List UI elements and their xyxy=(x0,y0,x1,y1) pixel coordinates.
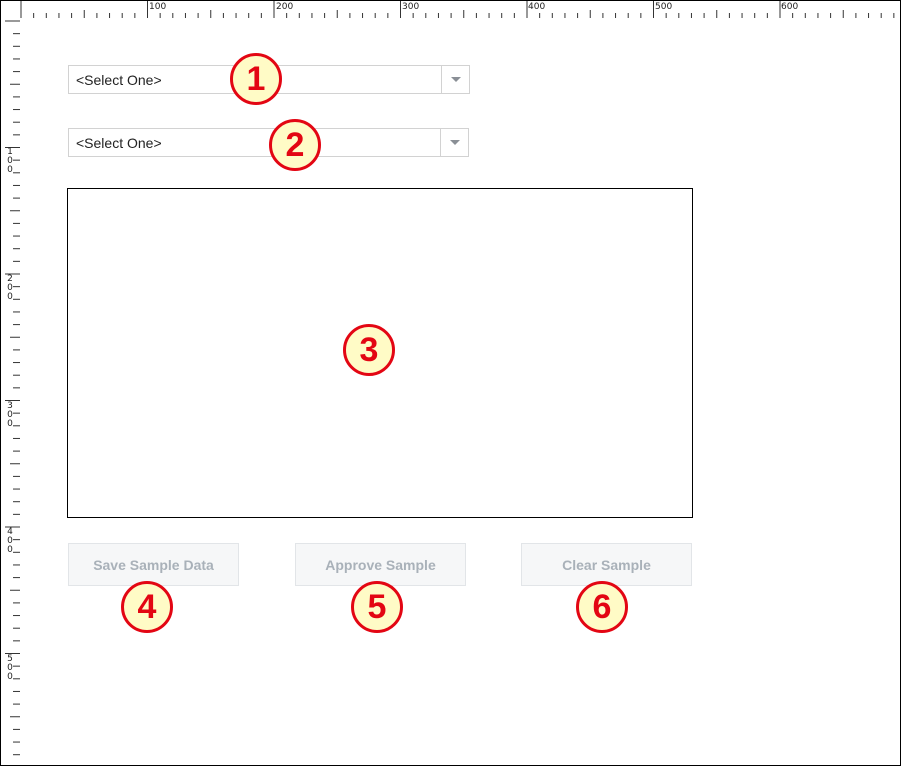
ruler-label-v300: 300 xyxy=(6,402,14,429)
screenshot-frame: 100 200 300 400 500 600 100 200 300 400 … xyxy=(0,0,901,766)
callout-1: 1 xyxy=(230,53,282,105)
ruler-digit: 0 xyxy=(7,545,13,555)
callout-4: 4 xyxy=(121,581,173,633)
ruler-digit: 0 xyxy=(7,292,13,302)
ruler-digit: 0 xyxy=(7,419,13,429)
ruler-digit: 0 xyxy=(7,672,13,682)
approve-sample-button[interactable]: Approve Sample xyxy=(295,543,466,586)
ruler-label-600: 600 xyxy=(781,2,799,12)
left-ruler xyxy=(5,20,20,756)
callout-3: 3 xyxy=(343,324,395,376)
dropdown-2-value: <Select One> xyxy=(76,135,162,151)
dropdown-2-toggle[interactable] xyxy=(440,129,468,156)
ruler-label-400: 400 xyxy=(528,2,546,12)
top-ruler xyxy=(20,1,895,18)
ruler-digit: 0 xyxy=(7,165,13,175)
callout-6: 6 xyxy=(576,581,628,633)
ruler-label-v100: 100 xyxy=(6,148,14,175)
dropdown-1-value: <Select One> xyxy=(76,72,162,88)
ruler-label-100: 100 xyxy=(149,2,167,12)
chevron-down-icon xyxy=(450,140,460,145)
ruler-label-v200: 200 xyxy=(6,275,14,302)
callout-2: 2 xyxy=(269,119,321,171)
ruler-label-300: 300 xyxy=(402,2,420,12)
save-sample-data-button[interactable]: Save Sample Data xyxy=(68,543,239,586)
chevron-down-icon xyxy=(451,77,461,82)
ruler-label-v500: 500 xyxy=(6,655,14,682)
ruler-label-v400: 400 xyxy=(6,528,14,555)
ruler-label-200: 200 xyxy=(276,2,294,12)
callout-5: 5 xyxy=(351,581,403,633)
clear-sample-button[interactable]: Clear Sample xyxy=(521,543,692,586)
dropdown-1-toggle[interactable] xyxy=(441,66,469,93)
ruler-label-500: 500 xyxy=(655,2,673,12)
